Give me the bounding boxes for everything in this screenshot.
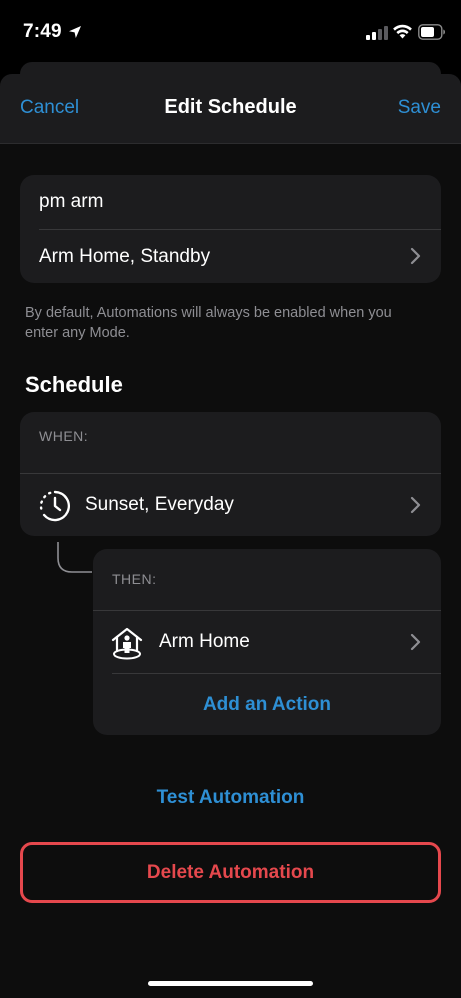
when-card: WHEN: Sunset, Everyday <box>20 412 441 536</box>
location-arrow-icon <box>69 26 81 38</box>
delete-automation-label: Delete Automation <box>146 861 315 883</box>
cellular-signal-icon <box>366 26 388 40</box>
battery-icon <box>418 24 445 40</box>
arm-home-icon <box>111 627 143 660</box>
wifi-icon <box>393 24 412 39</box>
schedule-heading: Schedule <box>25 372 123 397</box>
test-automation-button[interactable]: Test Automation <box>0 787 461 809</box>
add-action-button[interactable]: Add an Action <box>93 694 441 716</box>
chevron-right-icon <box>410 496 421 514</box>
when-trigger-label: Sunset, Everyday <box>85 494 234 515</box>
chevron-right-icon <box>410 247 421 265</box>
automation-details-card: pm arm Arm Home, Standby <box>20 175 441 283</box>
then-action-label: Arm Home <box>159 631 250 652</box>
when-label: WHEN: <box>39 428 89 444</box>
save-button[interactable]: Save <box>398 97 441 119</box>
when-then-connector <box>57 542 92 573</box>
automation-name-field[interactable]: pm arm <box>39 175 441 229</box>
home-indicator[interactable] <box>148 981 313 986</box>
divider <box>112 673 441 674</box>
modes-footnote: By default, Automations will always be e… <box>25 305 392 341</box>
then-card: THEN: Arm Home Add an Action <box>93 549 441 735</box>
modes-label: Arm Home, Standby <box>39 245 211 267</box>
modes-row[interactable]: Arm Home, Standby <box>39 230 441 283</box>
then-label: THEN: <box>112 571 157 587</box>
clock-history-icon <box>39 490 71 522</box>
then-action-row[interactable]: Arm Home <box>93 611 441 673</box>
delete-automation-button[interactable]: Delete Automation <box>20 842 441 903</box>
page-title: Edit Schedule <box>164 96 297 118</box>
status-bar: 7:49 <box>0 0 461 62</box>
when-trigger-row[interactable]: Sunset, Everyday <box>20 474 441 536</box>
chevron-right-icon <box>410 633 421 651</box>
status-time: 7:49 <box>23 21 62 42</box>
